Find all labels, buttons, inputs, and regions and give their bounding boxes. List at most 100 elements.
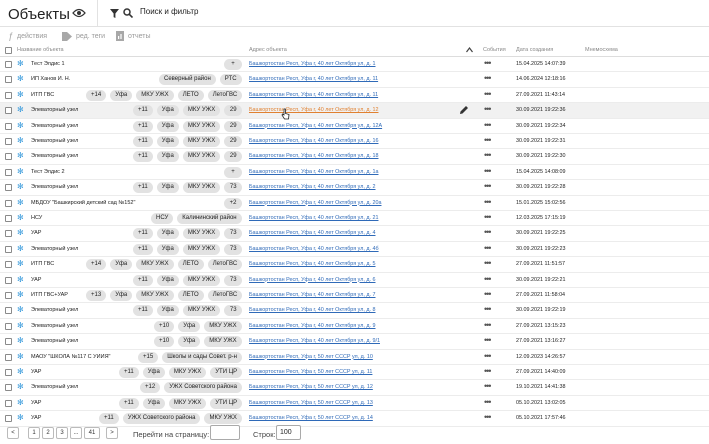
address-link[interactable]: Башкортостан Респ, Уфа г, 50 лет СССР ул… (249, 369, 372, 375)
events-menu-button[interactable]: ••• (484, 243, 492, 253)
table-row[interactable]: ✻ Элеваторный узел +10 Уфа МКУ УЖХ Башкортост… (0, 319, 709, 335)
object-name[interactable]: УАР (31, 230, 41, 236)
tag-chip[interactable]: МКУ УЖХ (136, 290, 174, 301)
events-menu-button[interactable]: ••• (484, 366, 492, 376)
row-checkbox[interactable] (5, 107, 12, 115)
events-menu-button[interactable]: ••• (484, 135, 492, 145)
tag-chip[interactable]: Уфа (156, 151, 179, 163)
tag-chip[interactable]: Уфа (156, 182, 179, 194)
tag-chip[interactable]: МКУ УЖХ (182, 151, 221, 163)
page-button[interactable]: 1 (28, 427, 40, 439)
row-checkbox[interactable] (5, 153, 12, 161)
tag-chip[interactable]: +2 (224, 197, 242, 209)
tag-chip[interactable]: МКУ УЖХ (136, 89, 174, 101)
tag-chip[interactable]: +11 (133, 228, 153, 240)
col-events[interactable]: События (483, 47, 506, 53)
address-link[interactable]: Башкортостан Респ, Уфа г, 40 лет Октября… (249, 292, 376, 298)
tag-chip[interactable]: 73 (224, 182, 243, 194)
address-link[interactable]: Башкортостан Респ, Уфа г, 40 лет Октября… (249, 230, 376, 236)
tag-chip[interactable]: Уфа (156, 136, 179, 147)
events-menu-button[interactable]: ••• (484, 166, 492, 176)
tag-chip[interactable]: МКУ УЖХ (136, 259, 174, 271)
tag-chip[interactable]: МКУ УЖХ (168, 367, 207, 378)
tag-chip[interactable]: +12 (140, 382, 161, 394)
object-name[interactable]: Элеваторный узел (31, 338, 78, 344)
address-link[interactable]: Башкортостан Респ, Уфа г, 40 лет Октября… (249, 184, 376, 190)
col-name[interactable]: Название объекта (17, 47, 64, 53)
object-name[interactable]: ИП Ханов И. Н. (31, 76, 70, 82)
tag-chip[interactable]: +11 (133, 305, 153, 317)
tag-chip[interactable]: +14 (86, 259, 107, 271)
tag-chip[interactable]: ЛЕТО (177, 259, 204, 271)
tag-chip[interactable]: Уфа (142, 367, 165, 378)
tag-chip[interactable]: +14 (86, 89, 107, 101)
sort-up-icon[interactable] (466, 47, 473, 53)
object-name[interactable]: НСУ (31, 215, 42, 221)
eye-icon[interactable] (72, 8, 86, 18)
address-link[interactable]: Башкортостан Респ, Уфа г, 40 лет Октября… (249, 200, 381, 206)
tag-chip[interactable]: Уфа (156, 305, 179, 317)
tag-chip[interactable]: МКУ УЖХ (204, 336, 242, 348)
events-menu-button[interactable]: ••• (484, 89, 492, 99)
col-created[interactable]: Дата создания (516, 47, 553, 53)
events-menu-button[interactable]: ••• (484, 397, 492, 407)
row-checkbox[interactable] (5, 184, 12, 192)
object-name[interactable]: МБДОУ "Башкирский детский сад №152" (31, 200, 135, 206)
object-name[interactable]: ИТП ГВС (31, 92, 54, 98)
tag-chip[interactable]: МКУ УЖХ (182, 182, 221, 194)
object-name[interactable]: Элеваторный узел (31, 307, 78, 313)
table-row[interactable]: ✻ УАР +11 Уфа МКУ УЖХ УТИ ЦР Башкортостан Респ… (0, 396, 709, 412)
tag-chip[interactable]: +13 (86, 290, 107, 301)
tag-chip[interactable]: 29 (224, 136, 243, 147)
tag-chip[interactable]: 73 (224, 228, 243, 240)
address-link[interactable]: Башкортостан Респ, Уфа г, 40 лет Октября… (249, 153, 378, 159)
events-menu-button[interactable]: ••• (484, 320, 492, 330)
events-menu-button[interactable]: ••• (484, 73, 492, 83)
table-row[interactable]: ✻ Элеваторный узел +11 Уфа МКУ УЖХ 29 Башкорто… (0, 134, 709, 150)
object-name[interactable]: Элеваторный узел (31, 107, 78, 113)
tag-chip[interactable]: Уфа (156, 105, 179, 117)
object-name[interactable]: УАР (31, 415, 41, 421)
page-button[interactable]: 3 (56, 427, 68, 439)
table-row[interactable]: ✻ УАР +11 Уфа МКУ УЖХ 73 Башкортостан Респ, Уф… (0, 226, 709, 242)
object-name[interactable]: Элеваторный узел (31, 138, 78, 144)
tag-chip[interactable]: ЛетоГВС (207, 259, 243, 271)
object-name[interactable]: Элеваторный узел (31, 246, 78, 252)
table-row[interactable]: ✻ Элеваторный узел +11 Уфа МКУ УЖХ 29 Башкорто… (0, 119, 709, 134)
tag-chip[interactable]: +11 (133, 151, 153, 163)
object-name[interactable]: Тест Элдис 2 (31, 169, 65, 175)
next-page-button[interactable]: > (106, 427, 118, 439)
row-checkbox[interactable] (5, 138, 12, 145)
edit-tags-button[interactable]: ред. теги (62, 29, 105, 43)
address-link[interactable]: Башкортостан Респ, Уфа г, 50 лет СССР ул… (249, 400, 373, 406)
table-row[interactable]: ✻ МБДОУ "Башкирский детский сад №152" +2 Ба… (0, 196, 709, 211)
tag-chip[interactable]: Уфа (110, 290, 133, 301)
events-menu-button[interactable]: ••• (484, 227, 492, 237)
row-checkbox[interactable] (5, 122, 12, 130)
row-checkbox[interactable] (5, 369, 12, 376)
object-name[interactable]: Элеваторный узел (31, 123, 78, 129)
table-row[interactable]: ✻ ИТП ГВС +14 Уфа МКУ УЖХ ЛЕТО ЛетоГВС Башкорто… (0, 257, 709, 273)
tag-chip[interactable]: МКУ УЖХ (204, 320, 242, 332)
row-checkbox[interactable] (5, 338, 12, 346)
address-link[interactable]: Башкортостан Респ, Уфа г, 40 лет Октября… (249, 277, 376, 283)
row-checkbox[interactable] (5, 415, 12, 423)
reports-button[interactable]: отчеты (116, 29, 151, 43)
tag-chip[interactable]: Уфа (110, 89, 133, 101)
prev-page-button[interactable]: < (7, 427, 19, 439)
rows-per-page-input[interactable]: 100 (276, 425, 301, 440)
table-row[interactable]: ✻ ИТП ГВС +14 Уфа МКУ УЖХ ЛЕТО ЛетоГВС Башкорто… (0, 88, 709, 104)
row-checkbox[interactable] (5, 199, 12, 207)
tag-chip[interactable]: УЖХ Советского района (122, 413, 201, 425)
events-menu-button[interactable]: ••• (484, 304, 492, 314)
row-checkbox[interactable] (5, 245, 12, 253)
tag-chip[interactable]: Уфа (178, 320, 201, 332)
tag-chip[interactable]: Уфа (156, 243, 179, 255)
events-menu-button[interactable]: ••• (484, 381, 492, 391)
table-row[interactable]: ✻ Элеваторный узел +11 Уфа МКУ УЖХ 73 Башкорто… (0, 180, 709, 196)
events-menu-button[interactable]: ••• (484, 197, 492, 207)
tag-chip[interactable]: 73 (224, 243, 243, 255)
events-menu-button[interactable]: ••• (484, 212, 492, 222)
col-mnemo[interactable]: Мнемосхема (585, 47, 618, 53)
address-link[interactable]: Башкортостан Респ, Уфа г, 50 лет СССР ул… (249, 384, 373, 390)
